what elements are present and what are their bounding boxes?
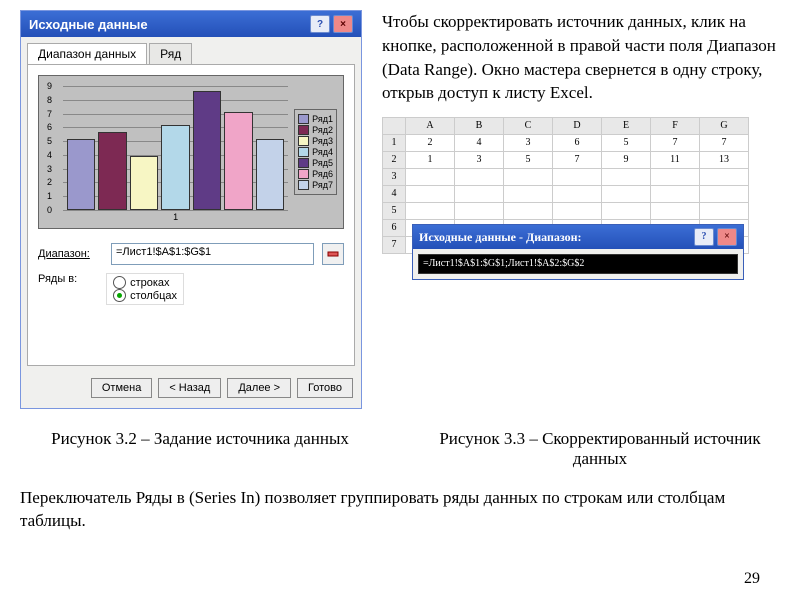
help-icon[interactable]: ? [310,15,330,33]
bottom-paragraph: Переключатель Ряды в (Series In) позволя… [20,487,780,533]
finish-button[interactable]: Готово [297,378,353,398]
cancel-button[interactable]: Отмена [91,378,152,398]
paragraph-right: Чтобы скорректировать источник данных, к… [382,10,780,105]
dialog-tabs: Диапазон данных Ряд [21,37,361,64]
help-icon[interactable]: ? [694,228,714,246]
bar [67,139,95,210]
caption-right: Рисунок 3.3 – Скорректированный источник… [420,429,780,469]
dialog-buttons: Отмена < Назад Далее > Готово [21,372,361,408]
source-data-dialog: Исходные данные ? × Диапазон данных Ряд … [20,10,362,409]
tab-body: 01234567891 Ряд1Ряд2Ряд3Ряд4Ряд5Ряд6Ряд7… [27,64,355,366]
next-button[interactable]: Далее > [227,378,291,398]
bar [256,139,284,210]
radio-rows[interactable] [113,276,126,289]
tab-series[interactable]: Ряд [149,43,192,64]
back-button[interactable]: < Назад [158,378,221,398]
mini-dialog-title: Исходные данные - Диапазон: [419,229,582,246]
bar [98,132,126,210]
series-in-label: Ряды в: [38,273,103,285]
bar [224,112,252,210]
chart-preview: 01234567891 Ряд1Ряд2Ряд3Ряд4Ряд5Ряд6Ряд7 [38,75,344,229]
dialog-titlebar: Исходные данные ? × [21,11,361,37]
range-label: Диапазон: [38,248,103,260]
bar [130,156,158,210]
radio-columns[interactable] [113,289,126,302]
close-icon[interactable]: × [333,15,353,33]
tab-data-range[interactable]: Диапазон данных [27,43,147,64]
mini-range-input[interactable]: =Лист1!$A$1:$G$1;Лист1!$A$2:$G$2 [418,254,738,274]
bar [193,91,221,210]
range-collapsed-dialog: Исходные данные - Диапазон: ? × =Лист1!$… [412,224,744,280]
dialog-title: Исходные данные [29,17,148,32]
bar [161,125,189,210]
close-icon[interactable]: × [717,228,737,246]
caption-left: Рисунок 3.2 – Задание источника данных [20,429,380,469]
page-number: 29 [744,570,760,588]
collapse-button[interactable] [322,243,344,265]
chart-legend: Ряд1Ряд2Ряд3Ряд4Ряд5Ряд6Ряд7 [294,109,337,195]
range-input[interactable]: =Лист1!$A$1:$G$1 [111,243,314,265]
